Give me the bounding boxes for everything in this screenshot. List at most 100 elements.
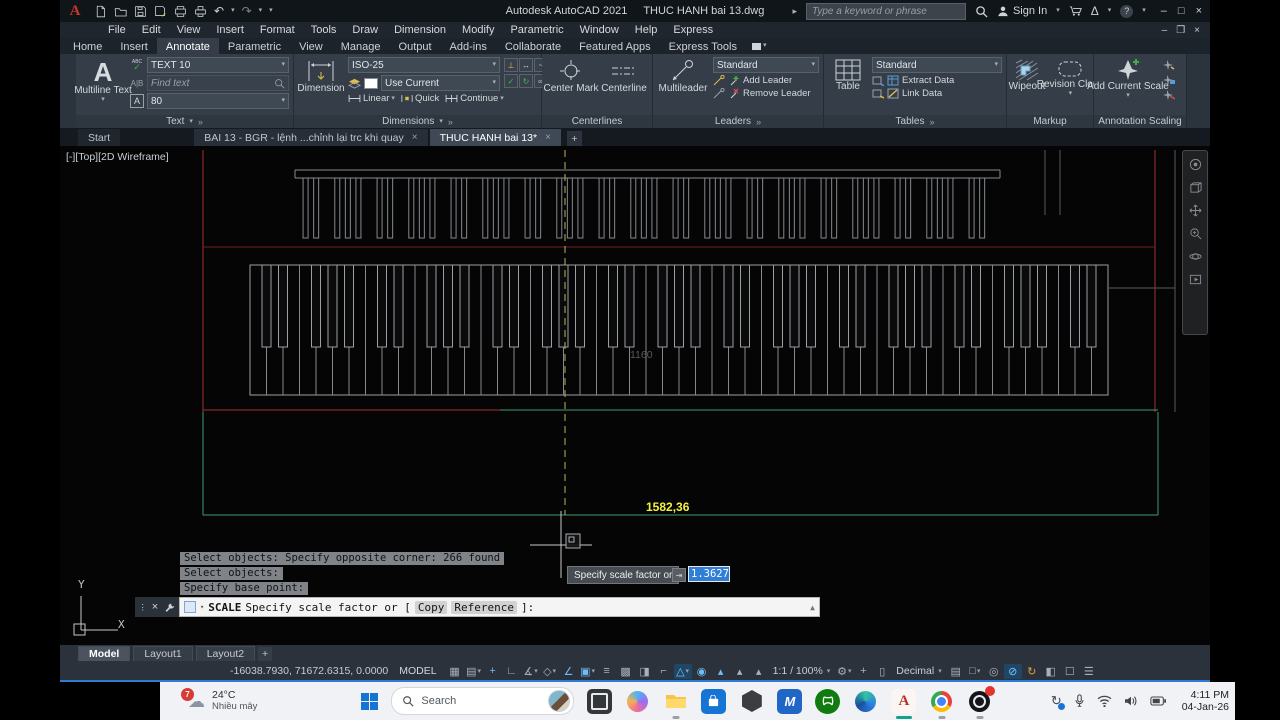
m-app-icon[interactable]: M	[777, 688, 803, 714]
taskbar-clock[interactable]: 4:11 PM 04-Jan-26	[1182, 689, 1229, 713]
ribbon-display-toggle[interactable]: ▾	[751, 38, 766, 54]
menu-draw[interactable]: Draw	[344, 24, 386, 36]
panel-leaders-title[interactable]: Leaders»	[653, 115, 823, 128]
viewport-controls-label[interactable]: [-][Top][2D Wireframe]	[66, 151, 169, 163]
graphics-performance-toggle[interactable]: ⊘	[1003, 663, 1022, 679]
isometric-drafting-toggle[interactable]: ◇ ▾	[541, 664, 559, 679]
microphone-icon[interactable]	[1074, 694, 1085, 708]
extract-data-button[interactable]: Extract Data	[902, 75, 954, 86]
panel-text-expander[interactable]: »	[198, 117, 203, 127]
chrome-icon[interactable]	[929, 689, 954, 719]
tab-collaborate[interactable]: Collaborate	[496, 38, 570, 54]
model-space-label[interactable]: MODEL	[399, 665, 436, 677]
model-space-viewport[interactable]: [-][Top][2D Wireframe] 1160 1582,36 Y X …	[60, 146, 1210, 645]
new-drawing-tab-button[interactable]: +	[566, 131, 582, 146]
dim-adjust-space-icon[interactable]: ↔	[519, 58, 533, 72]
lock-ui-button[interactable]: □ ▾	[966, 664, 984, 679]
xbox-icon[interactable]	[815, 688, 841, 714]
autodesk-dropdown-icon[interactable]: ▾	[1108, 7, 1112, 15]
panel-leaders-expander[interactable]: »	[756, 117, 761, 127]
redo-icon[interactable]: ↷	[242, 5, 252, 17]
tab-addins[interactable]: Add-ins	[441, 38, 496, 54]
sign-in-button[interactable]: Sign In	[997, 5, 1047, 17]
dim-style-select[interactable]: ISO-25 ▾	[348, 57, 500, 73]
dim-inspect-icon[interactable]: ✓	[504, 74, 518, 88]
tab-parametric[interactable]: Parametric	[219, 38, 290, 54]
annotation-scale-lamp-icon[interactable]	[1162, 59, 1175, 70]
doc-minimize-button[interactable]: –	[1162, 25, 1168, 36]
tab-thuc-hanh[interactable]: THUC HANH bai 13* ×	[429, 129, 561, 146]
menu-modify[interactable]: Modify	[454, 24, 502, 36]
link-data-button[interactable]: Link Data	[902, 88, 942, 99]
clean-screen-toggle[interactable]: ◧	[1042, 664, 1060, 679]
tab-bai13[interactable]: BAI 13 - BGR - lệnh ...chỉnh lại trc khi…	[194, 129, 428, 146]
tab-manage[interactable]: Manage	[332, 38, 390, 54]
autocad-logo-icon[interactable]: A	[60, 3, 90, 20]
menu-window[interactable]: Window	[572, 24, 627, 36]
microsoft-store-icon[interactable]	[701, 688, 727, 714]
wifi-icon[interactable]	[1097, 695, 1112, 707]
menu-parametric[interactable]: Parametric	[502, 24, 571, 36]
annotation-scale-list-icon[interactable]	[1162, 74, 1175, 85]
plot-icon[interactable]	[174, 5, 187, 18]
update-sync-icon[interactable]: ↻	[1051, 692, 1065, 710]
window-maximize-button[interactable]: □	[1178, 5, 1185, 17]
copilot-icon[interactable]	[625, 689, 650, 714]
menu-express[interactable]: Express	[665, 24, 721, 36]
gizmo-toggle[interactable]: ◉	[693, 664, 711, 679]
pan-icon[interactable]	[1189, 204, 1202, 217]
navigation-bar[interactable]	[1182, 150, 1208, 335]
multileader-button[interactable]: Multileader	[657, 57, 709, 94]
object-snap-toggle[interactable]: ▣ ▾	[579, 664, 597, 679]
new-layout-button[interactable]: +	[258, 646, 273, 661]
command-line-grip[interactable]: ⋮ ×	[135, 597, 179, 617]
menu-dimension[interactable]: Dimension	[386, 24, 454, 36]
dimension-button[interactable]: Dimension	[297, 57, 345, 94]
orbit-icon[interactable]	[1188, 250, 1202, 263]
fullscreen-toggle[interactable]: ☐	[1061, 664, 1079, 679]
panel-tables-title[interactable]: Tables»	[824, 115, 1006, 128]
units-value[interactable]: Decimal ▾	[892, 665, 945, 677]
tab-output[interactable]: Output	[390, 38, 441, 54]
tab-bai13-close-icon[interactable]: ×	[412, 132, 418, 143]
file-explorer-icon[interactable]	[663, 689, 688, 719]
tab-featured-apps[interactable]: Featured Apps	[570, 38, 660, 54]
taskbar-search[interactable]: Search	[391, 687, 575, 715]
remove-leader-button[interactable]: Remove Leader	[743, 88, 811, 99]
app-window-icon[interactable]	[587, 688, 613, 714]
add-current-scale-button[interactable]: Add Current Scale ▾	[1087, 57, 1169, 100]
start-button[interactable]	[361, 692, 379, 710]
revision-cloud-button[interactable]: Revision Cloud ▾	[1037, 57, 1104, 98]
dim-update-icon[interactable]: ↻	[519, 74, 533, 88]
spell-check-icon[interactable]: ABC ✓	[130, 58, 144, 72]
selection-cycling-toggle[interactable]: ◨	[636, 664, 654, 679]
customize-wrench-icon[interactable]	[164, 602, 175, 613]
signin-dropdown-icon[interactable]: ▾	[1056, 7, 1060, 15]
mleader-style-select[interactable]: Standard ▾	[713, 57, 819, 73]
doc-close-button[interactable]: ×	[1194, 25, 1200, 36]
quick-dimension-button[interactable]: Quick	[401, 93, 439, 104]
quick-properties-toggle[interactable]: ▤	[947, 664, 965, 679]
dynamic-ucs-toggle[interactable]: ⌐	[655, 664, 673, 679]
menu-insert[interactable]: Insert	[208, 24, 252, 36]
transparency-toggle[interactable]: ▩	[617, 664, 635, 679]
autocad-taskbar-icon[interactable]: A	[891, 688, 917, 719]
tab-layout2[interactable]: Layout2	[195, 646, 256, 661]
menu-edit[interactable]: Edit	[134, 24, 169, 36]
polar-tracking-toggle[interactable]: ∡ ▾	[522, 664, 540, 679]
linear-dimension-button[interactable]: Linear ▾	[348, 93, 395, 104]
fullnav-wheel-icon[interactable]	[1189, 158, 1202, 171]
tab-home[interactable]: Home	[64, 38, 111, 54]
search-highlight-image[interactable]	[548, 690, 571, 712]
search-expand-icon[interactable]: ▸	[792, 7, 797, 16]
selection-filtering-toggle[interactable]: △ ▾	[673, 663, 692, 679]
volume-icon[interactable]	[1124, 695, 1138, 707]
open-folder-icon[interactable]	[114, 5, 127, 18]
menu-view[interactable]: View	[169, 24, 209, 36]
recent-commands-icon[interactable]	[184, 601, 196, 613]
tab-model[interactable]: Model	[78, 646, 131, 661]
lineweight-toggle[interactable]: ≡	[598, 664, 616, 679]
tab-layout1[interactable]: Layout1	[133, 646, 193, 661]
autodesk-app-icon[interactable]: Δ	[1091, 5, 1099, 17]
viewcube-icon[interactable]	[1189, 181, 1202, 194]
